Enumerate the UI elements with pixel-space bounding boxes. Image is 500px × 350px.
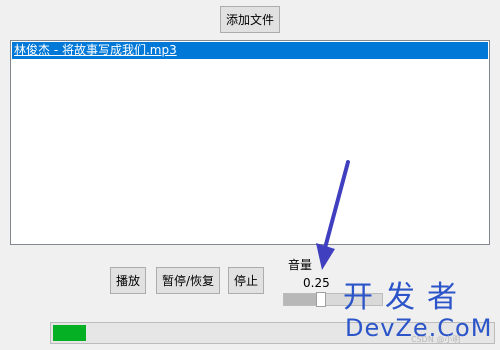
play-button[interactable]: 播放 <box>110 267 146 294</box>
list-item[interactable]: 林俊杰 - 将故事写成我们.mp3 <box>12 42 488 59</box>
progress-fill <box>53 325 86 341</box>
watermark-title: 开发者 <box>343 280 469 315</box>
volume-value: 0.25 <box>303 276 330 290</box>
stop-button[interactable]: 停止 <box>228 267 264 294</box>
add-file-button[interactable]: 添加文件 <box>220 6 280 33</box>
volume-slider-thumb[interactable] <box>316 292 326 307</box>
volume-label: 音量 <box>288 258 313 272</box>
playlist-listbox[interactable]: 林俊杰 - 将故事写成我们.mp3 <box>10 40 490 245</box>
watermark-faint-text: CSDN @小明 <box>411 335 461 344</box>
watermark-logo: 开发者 DevZe.CoM CSDN @小明 <box>343 280 493 345</box>
volume-slider-fill <box>284 294 316 305</box>
pause-resume-button[interactable]: 暂停/恢复 <box>156 267 220 294</box>
